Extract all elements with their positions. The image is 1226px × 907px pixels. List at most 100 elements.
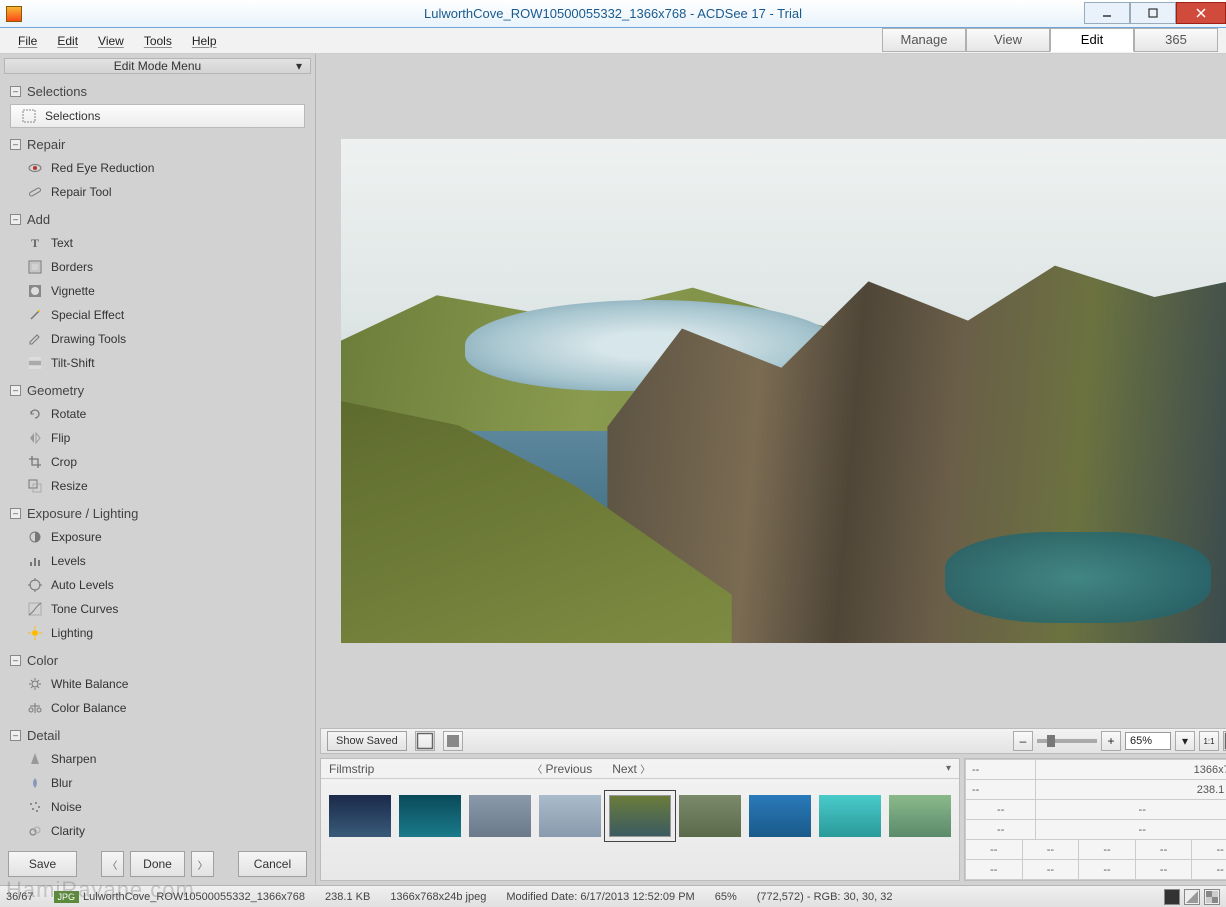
tool-flip[interactable]: Flip <box>10 426 305 450</box>
flip-icon <box>27 430 43 446</box>
group-header-add[interactable]: – Add <box>10 204 305 231</box>
thumbnail[interactable] <box>749 795 811 837</box>
close-button[interactable] <box>1176 2 1226 24</box>
borders-icon <box>27 259 43 275</box>
info-cell: -- <box>1079 860 1136 880</box>
group-title: Geometry <box>27 383 84 398</box>
thumbnail[interactable] <box>329 795 391 837</box>
tool-resize[interactable]: Resize <box>10 474 305 498</box>
zoom-in-button[interactable]: + <box>1101 731 1121 751</box>
tool-selections[interactable]: Selections <box>10 104 305 128</box>
group-header-color[interactable]: – Color <box>10 645 305 672</box>
group-header-exposure[interactable]: – Exposure / Lighting <box>10 498 305 525</box>
collapse-icon: – <box>10 139 21 150</box>
menu-help[interactable]: Help <box>182 30 227 52</box>
prev-button[interactable]: 〈 <box>101 851 125 877</box>
tool-label: Exposure <box>51 530 102 544</box>
info-cell: -- <box>966 800 1036 820</box>
save-button[interactable]: Save <box>8 851 77 877</box>
selection-icon <box>21 108 37 124</box>
thumbnail[interactable] <box>889 795 951 837</box>
tool-exposure[interactable]: Exposure <box>10 525 305 549</box>
group-header-geometry[interactable]: – Geometry <box>10 375 305 402</box>
crop-icon <box>27 454 43 470</box>
next-button[interactable]: 〉 <box>191 851 215 877</box>
tool-label: Flip <box>51 431 70 445</box>
tool-repair-tool[interactable]: Repair Tool <box>10 180 305 204</box>
thumbnail[interactable] <box>819 795 881 837</box>
zoom-value-input[interactable]: 65% <box>1125 732 1171 750</box>
filmstrip-prev[interactable]: 〈 Previous <box>532 761 592 776</box>
tool-color-balance[interactable]: Color Balance <box>10 696 305 720</box>
group-header-detail[interactable]: – Detail <box>10 720 305 747</box>
image-viewport[interactable] <box>320 58 1226 724</box>
tool-label: Color Balance <box>51 701 126 715</box>
mode-tab-manage[interactable]: Manage <box>882 28 966 52</box>
tool-tilt-shift[interactable]: Tilt-Shift <box>10 351 305 375</box>
tool-red-eye[interactable]: Red Eye Reduction <box>10 156 305 180</box>
tool-text[interactable]: TText <box>10 231 305 255</box>
info-cell: -- <box>1135 860 1192 880</box>
zoom-dropdown[interactable]: ▾ <box>1175 731 1195 751</box>
tool-white-balance[interactable]: White Balance <box>10 672 305 696</box>
filmstrip-panel: Filmstrip 〈 Previous Next 〉 ▾ <box>320 758 960 881</box>
edit-mode-menu-button[interactable]: Edit Mode Menu ▾ <box>4 58 311 74</box>
tool-blur[interactable]: Blur <box>10 771 305 795</box>
tool-drawing-tools[interactable]: Drawing Tools <box>10 327 305 351</box>
tool-special-effect[interactable]: Special Effect <box>10 303 305 327</box>
tool-auto-levels[interactable]: Auto Levels <box>10 573 305 597</box>
tool-tone-curves[interactable]: Tone Curves <box>10 597 305 621</box>
tool-crop[interactable]: Crop <box>10 450 305 474</box>
menu-edit[interactable]: Edit <box>47 30 88 52</box>
edit-sidebar: Edit Mode Menu ▾ – Selections Selections… <box>0 54 316 885</box>
title-bar: LulworthCove_ROW10500055332_1366x768 - A… <box>0 0 1226 28</box>
info-panel: --1366x768 --238.1 KB ---- ---- -- -- --… <box>964 758 1226 881</box>
zoom-slider[interactable] <box>1037 739 1097 743</box>
done-button[interactable]: Done <box>130 851 185 877</box>
tool-borders[interactable]: Borders <box>10 255 305 279</box>
actual-size-icon[interactable] <box>443 731 463 751</box>
zoom-out-button[interactable]: – <box>1013 731 1033 751</box>
one-to-one-button[interactable]: 1:1 <box>1199 731 1219 751</box>
filmstrip-next[interactable]: Next 〉 <box>612 761 650 776</box>
thumbnail[interactable] <box>469 795 531 837</box>
minimize-button[interactable] <box>1084 2 1130 24</box>
menu-file[interactable]: File <box>8 30 47 52</box>
maximize-button[interactable] <box>1130 2 1176 24</box>
cancel-button[interactable]: Cancel <box>238 851 307 877</box>
thumbnail[interactable] <box>539 795 601 837</box>
tool-rotate[interactable]: Rotate <box>10 402 305 426</box>
tool-clarity[interactable]: Clarity <box>10 819 305 843</box>
filmstrip-thumbnails[interactable] <box>321 779 959 853</box>
thumbnail-selected[interactable] <box>609 795 671 837</box>
tool-levels[interactable]: Levels <box>10 549 305 573</box>
resize-icon <box>27 478 43 494</box>
status-icon-3[interactable] <box>1204 889 1220 905</box>
filmstrip-collapse-icon[interactable]: ▾ <box>946 763 951 774</box>
mode-tab-365[interactable]: 365 <box>1134 28 1218 52</box>
tool-sharpen[interactable]: Sharpen <box>10 747 305 771</box>
group-header-selections[interactable]: – Selections <box>10 76 305 103</box>
mode-tab-view[interactable]: View <box>966 28 1050 52</box>
status-icon-2[interactable] <box>1184 889 1200 905</box>
thumbnail[interactable] <box>679 795 741 837</box>
menu-tools[interactable]: Tools <box>134 30 182 52</box>
tool-vignette[interactable]: Vignette <box>10 279 305 303</box>
status-counter: 36/67 <box>6 891 34 903</box>
app-icon <box>6 6 22 22</box>
tool-label: Special Effect <box>51 308 124 322</box>
mode-tab-edit[interactable]: Edit <box>1050 28 1134 52</box>
fit-icon[interactable] <box>415 731 435 751</box>
balance-icon <box>27 700 43 716</box>
group-header-repair[interactable]: – Repair <box>10 129 305 156</box>
tool-noise[interactable]: Noise <box>10 795 305 819</box>
show-saved-button[interactable]: Show Saved <box>327 731 407 751</box>
tool-label: Resize <box>51 479 88 493</box>
status-icon-1[interactable] <box>1164 889 1180 905</box>
tool-lighting[interactable]: Lighting <box>10 621 305 645</box>
thumbnail[interactable] <box>399 795 461 837</box>
main-image <box>341 139 1226 643</box>
collapse-icon: – <box>10 385 21 396</box>
menu-view[interactable]: View <box>88 30 134 52</box>
filmstrip-label: Filmstrip <box>329 762 374 776</box>
